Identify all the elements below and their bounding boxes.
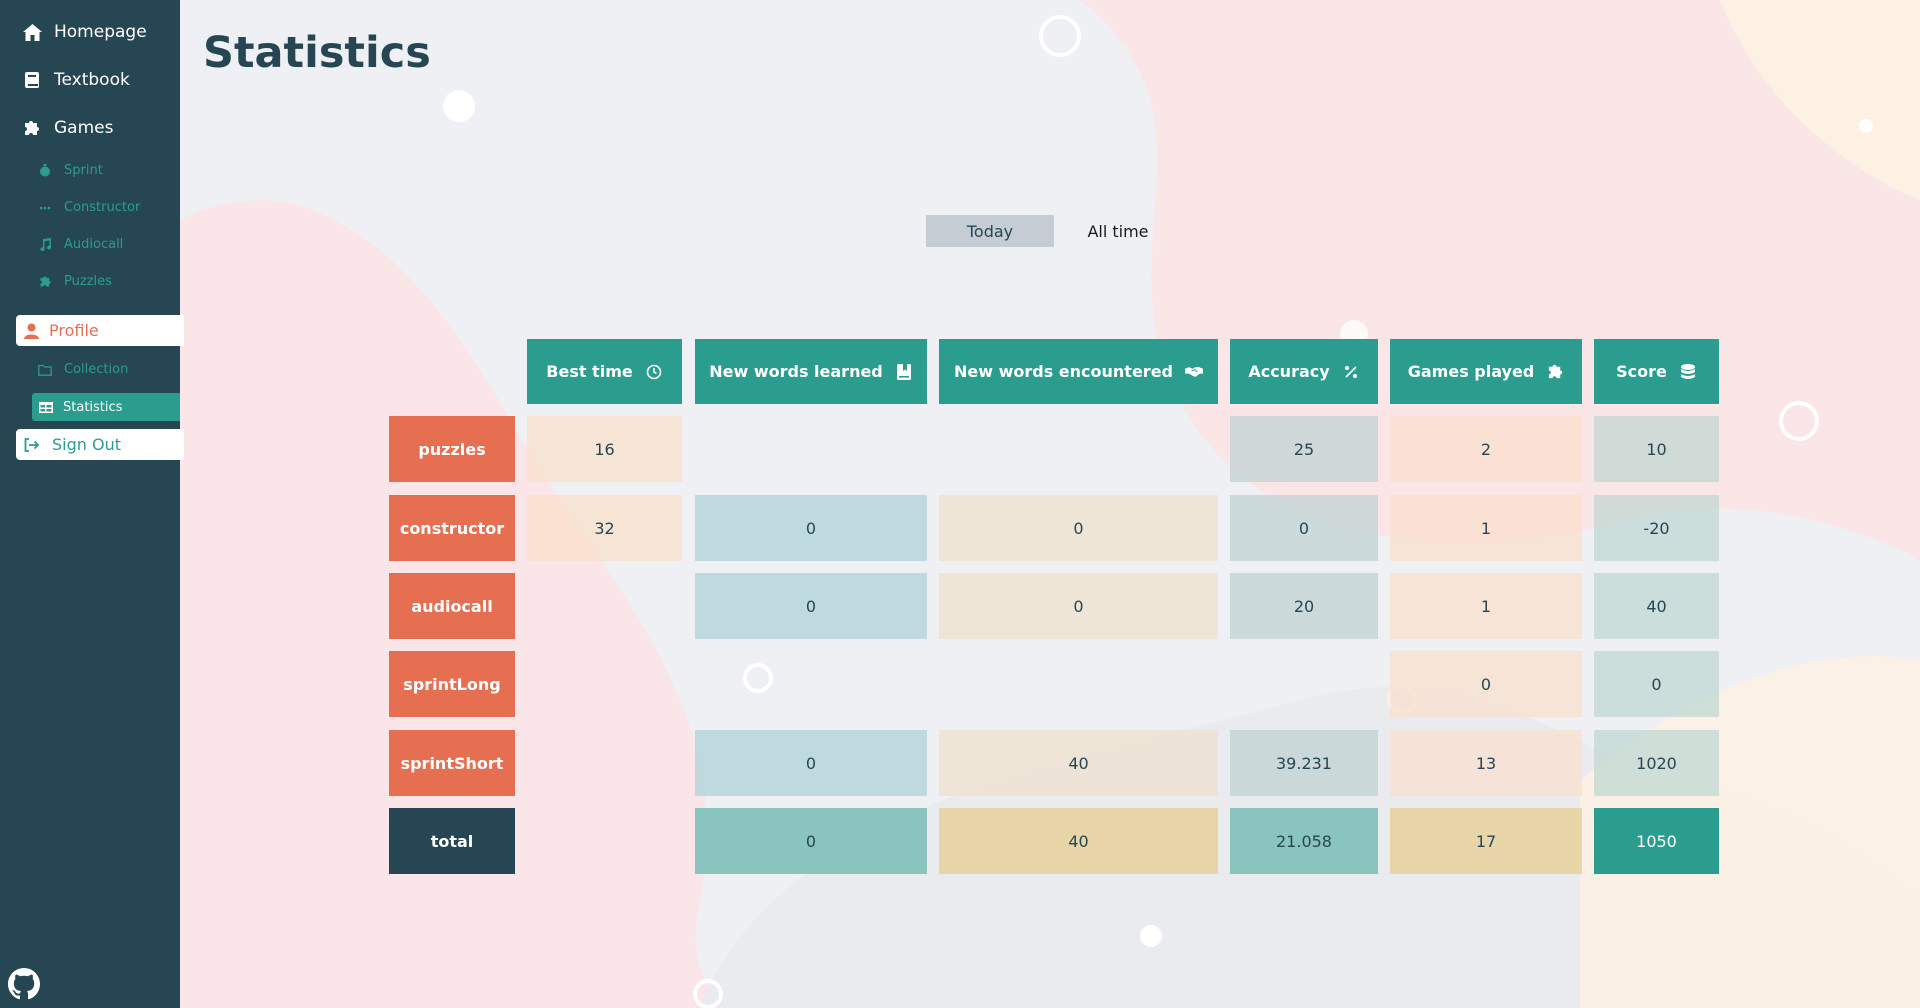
nav-puzzles-label: Puzzles <box>64 274 112 289</box>
row-label-constructor: constructor <box>389 495 515 561</box>
score-cell: 1020 <box>1594 730 1719 796</box>
nav-profile[interactable]: Profile <box>16 315 184 346</box>
header-accuracy-label: Accuracy <box>1248 362 1330 381</box>
games-played-cell: 0 <box>1390 651 1582 717</box>
handshake-icon <box>1185 363 1203 381</box>
nav-collection-label: Collection <box>64 362 129 377</box>
nav-constructor-label: Constructor <box>64 200 141 215</box>
header-score: Score <box>1594 339 1719 404</box>
user-icon <box>24 323 39 339</box>
sign-out-icon <box>24 437 40 452</box>
accuracy-cell: 21.058 <box>1230 808 1378 874</box>
nav-games-label: Games <box>54 118 114 138</box>
nav-textbook[interactable]: Textbook <box>0 56 180 104</box>
clock-icon <box>645 363 663 381</box>
nav-games[interactable]: Games <box>0 104 180 152</box>
header-new-words-encountered-label: New words encountered <box>954 362 1173 381</box>
new-words-encountered-cell: 40 <box>939 730 1218 796</box>
new-words-learned-cell: 0 <box>695 573 927 639</box>
new-words-learned-cell: 0 <box>695 730 927 796</box>
nav-constructor[interactable]: Constructor <box>0 189 180 226</box>
accuracy-cell: 25 <box>1230 416 1378 482</box>
nav-profile-label: Profile <box>49 321 99 340</box>
nav-audiocall[interactable]: Audiocall <box>0 226 180 263</box>
sidebar: Homepage Textbook Games Sprint Construct… <box>0 0 184 1008</box>
table-icon <box>39 401 53 413</box>
nav-statistics-label: Statistics <box>63 399 123 415</box>
puzzle-icon <box>22 118 42 138</box>
nav-sprint-label: Sprint <box>64 163 103 178</box>
nav-statistics[interactable]: Statistics <box>32 393 180 421</box>
new-words-learned-cell: 0 <box>695 495 927 561</box>
row-label-audiocall: audiocall <box>389 573 515 639</box>
best-time-cell: 16 <box>527 416 682 482</box>
percent-icon <box>1342 363 1360 381</box>
row-label-total: total <box>389 808 515 874</box>
tab-today[interactable]: Today <box>926 215 1054 247</box>
tab-all-time[interactable]: All time <box>1054 215 1182 247</box>
best-time-cell: 32 <box>527 495 682 561</box>
header-accuracy: Accuracy <box>1230 339 1378 404</box>
nav-textbook-label: Textbook <box>54 70 130 90</box>
nav-sprint[interactable]: Sprint <box>0 152 180 189</box>
score-cell: 1050 <box>1594 808 1719 874</box>
header-games-played-label: Games played <box>1407 362 1535 381</box>
new-words-learned-cell: 0 <box>695 808 927 874</box>
folder-icon <box>38 363 52 377</box>
accuracy-cell: 20 <box>1230 573 1378 639</box>
header-best-time-label: Best time <box>546 362 633 381</box>
row-label-sprintShort: sprintShort <box>389 730 515 796</box>
score-cell: -20 <box>1594 495 1719 561</box>
games-played-cell: 2 <box>1390 416 1582 482</box>
ellipsis-icon <box>38 201 52 215</box>
nav-puzzles[interactable]: Puzzles <box>0 263 180 300</box>
book-icon <box>22 70 42 90</box>
accuracy-cell: 39.231 <box>1230 730 1378 796</box>
new-words-encountered-cell: 0 <box>939 573 1218 639</box>
row-label-puzzles: puzzles <box>389 416 515 482</box>
nav-homepage-label: Homepage <box>54 22 147 42</box>
games-played-cell: 1 <box>1390 573 1582 639</box>
score-cell: 10 <box>1594 416 1719 482</box>
games-played-cell: 1 <box>1390 495 1582 561</box>
nav-signout[interactable]: Sign Out <box>16 429 184 460</box>
row-label-sprintLong: sprintLong <box>389 651 515 717</box>
puzzle-icon <box>1546 363 1564 381</box>
header-games-played: Games played <box>1390 339 1582 404</box>
games-played-cell: 13 <box>1390 730 1582 796</box>
nav-collection[interactable]: Collection <box>0 351 128 388</box>
score-cell: 0 <box>1594 651 1719 717</box>
accuracy-cell: 0 <box>1230 495 1378 561</box>
github-icon[interactable] <box>8 968 40 1000</box>
nav-signout-label: Sign Out <box>52 435 121 454</box>
header-new-words-learned-label: New words learned <box>709 362 883 381</box>
header-score-label: Score <box>1616 362 1667 381</box>
stopwatch-icon <box>38 164 52 178</box>
score-cell: 40 <box>1594 573 1719 639</box>
games-played-cell: 17 <box>1390 808 1582 874</box>
new-words-encountered-cell: 0 <box>939 495 1218 561</box>
music-note-icon <box>38 238 52 252</box>
nav-homepage[interactable]: Homepage <box>0 8 180 56</box>
page-title: Statistics <box>203 28 431 78</box>
book-bookmark-icon <box>895 363 913 381</box>
database-icon <box>1679 363 1697 381</box>
period-tabs: Today All time <box>926 215 1182 247</box>
header-best-time: Best time <box>527 339 682 404</box>
home-icon <box>22 22 42 42</box>
header-new-words-encountered: New words encountered <box>939 339 1218 404</box>
nav-audiocall-label: Audiocall <box>64 237 124 252</box>
new-words-encountered-cell: 40 <box>939 808 1218 874</box>
puzzle-piece-icon <box>38 275 52 289</box>
header-new-words-learned: New words learned <box>695 339 927 404</box>
